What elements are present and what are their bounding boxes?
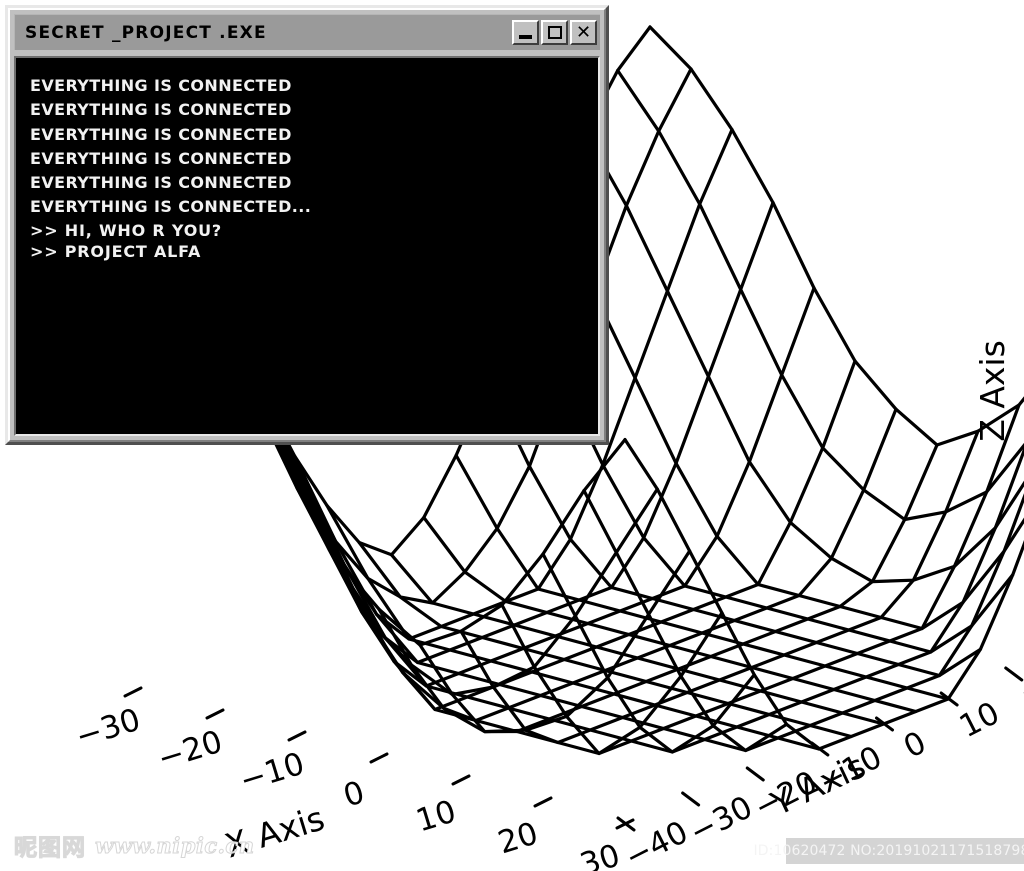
close-icon: ✕ <box>575 21 592 43</box>
y-tick-label: −20 <box>748 764 823 826</box>
x-tick-label: −30 <box>72 702 145 756</box>
console-prompt-line: >> HI, WHO R YOU? <box>30 220 222 240</box>
minimize-icon <box>519 35 532 39</box>
console-output[interactable]: EVERYTHING IS CONNECTED EVERYTHING IS CO… <box>14 56 600 436</box>
window-inner-frame: SECRET _PROJECT .EXE ✕ EVERYTHING IS CON… <box>8 8 606 442</box>
axis-tick <box>451 774 471 786</box>
axis-tick <box>123 686 143 698</box>
minimize-button[interactable] <box>512 20 539 45</box>
console-line: EVERYTHING IS CONNECTED <box>30 148 292 168</box>
console-line: EVERYTHING IS CONNECTED <box>30 100 292 120</box>
x-tick-label: 30 <box>576 837 624 871</box>
screenshot-root: −30−20−100102030−40−30−20−10010203040102… <box>0 0 1024 871</box>
x-tick-label: −10 <box>236 746 309 800</box>
console-line: EVERYTHING IS CONNECTED <box>30 76 292 95</box>
axis-tick <box>369 752 389 764</box>
y-tick-label: −30 <box>684 789 759 851</box>
console-prompt-line: >> PROJECT ALFA <box>30 241 202 261</box>
x-tick-label: 20 <box>494 815 542 861</box>
maximize-button[interactable] <box>541 20 568 45</box>
axis-tick <box>681 791 701 807</box>
y-tick-label: 0 <box>898 725 932 766</box>
console-line: EVERYTHING IS CONNECTED <box>30 124 292 144</box>
window-title: SECRET _PROJECT .EXE <box>25 22 267 43</box>
close-button[interactable]: ✕ <box>570 20 597 45</box>
axis-tick <box>205 708 225 720</box>
maximize-icon <box>547 26 562 39</box>
secret-project-window[interactable]: SECRET _PROJECT .EXE ✕ EVERYTHING IS CON… <box>5 5 609 445</box>
wireframe-line <box>583 131 1024 584</box>
x-tick-label: −20 <box>154 724 227 778</box>
axis-tick <box>745 766 765 782</box>
axis-tick <box>287 730 307 742</box>
x-tick-label: 10 <box>412 793 460 839</box>
window-controls: ✕ <box>512 20 597 45</box>
console-line: EVERYTHING IS CONNECTED... <box>30 197 312 217</box>
window-titlebar[interactable]: SECRET _PROJECT .EXE ✕ <box>14 14 600 50</box>
axis-tick <box>1004 666 1024 682</box>
y-tick-label: 10 <box>954 695 1005 745</box>
x-tick-label: 0 <box>339 774 368 814</box>
console-line: EVERYTHING IS CONNECTED <box>30 173 292 193</box>
axis-tick <box>533 796 553 808</box>
